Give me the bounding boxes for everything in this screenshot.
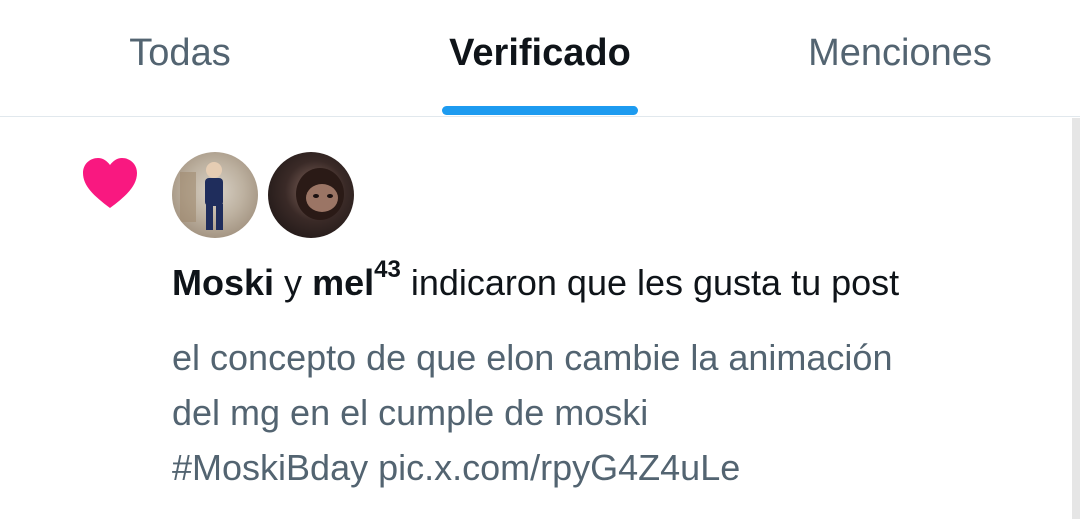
heart-icon (83, 158, 137, 208)
tab-label: Menciones (808, 32, 992, 74)
post-line: el concepto de que elon cambie la animac… (172, 337, 893, 378)
connector-text: y (284, 262, 303, 303)
notification-tabs: Todas Verificado Menciones (0, 0, 1080, 117)
tab-verificado[interactable]: Verificado (390, 0, 690, 116)
scrollbar[interactable] (1072, 118, 1080, 519)
tab-menciones[interactable]: Menciones (770, 0, 1030, 116)
post-line: del mg en el cumple de moski (172, 392, 649, 433)
tab-todas[interactable]: Todas (80, 0, 280, 116)
avatar-image (180, 162, 223, 230)
post-line: #MoskiBday pic.x.com/rpyG4Z4uLe (172, 447, 741, 488)
user-badge: 43 (374, 256, 401, 283)
tab-label: Todas (129, 32, 231, 74)
post-preview[interactable]: el concepto de que elon cambie la animac… (172, 330, 1042, 495)
tab-label: Verificado (449, 32, 631, 74)
action-text: indicaron que les gusta tu post (410, 262, 900, 303)
user-name[interactable]: mel (312, 262, 374, 303)
active-tab-indicator (442, 106, 638, 115)
avatar-mel[interactable] (268, 152, 354, 238)
avatar-image (296, 168, 344, 220)
notification-summary: Moski y mel43 indicaron que les gusta tu… (172, 256, 1052, 304)
avatar-moski[interactable] (172, 152, 258, 238)
user-name[interactable]: Moski (172, 262, 274, 303)
